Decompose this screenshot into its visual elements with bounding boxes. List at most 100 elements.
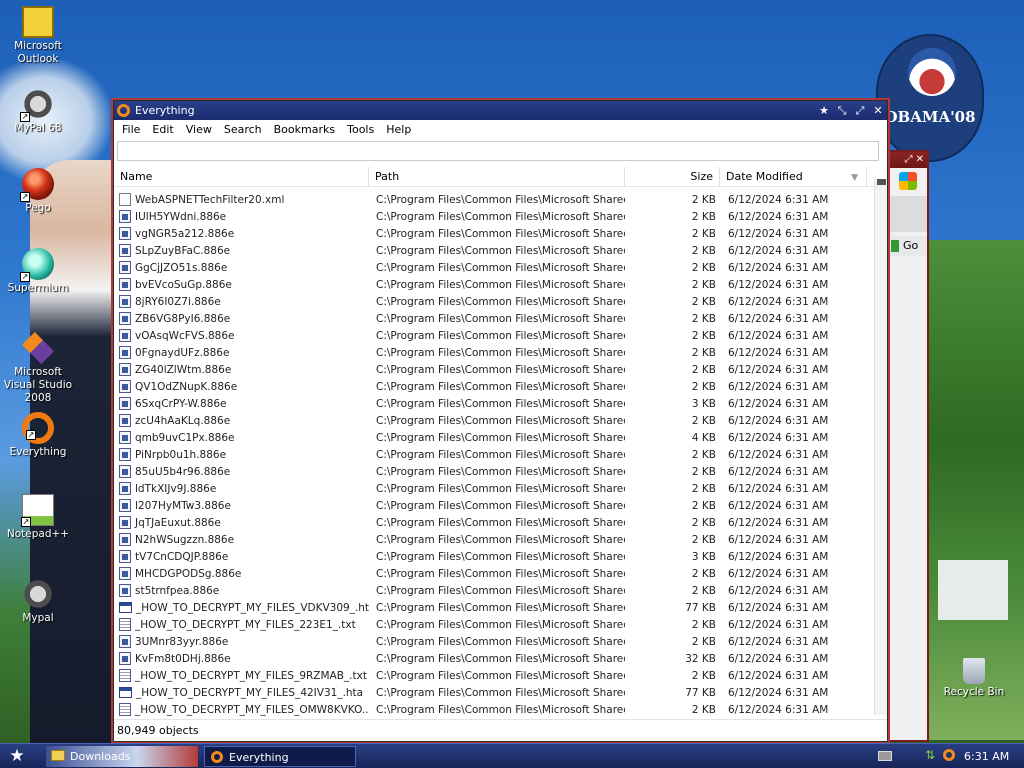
table-row[interactable]: qmb9uvC1Px.886e C:\Program Files\Common F… — [114, 429, 874, 446]
table-row[interactable]: ldTkXIJv9J.886e C:\Program Files\Common F… — [114, 480, 874, 497]
txt-file-icon — [119, 703, 131, 716]
cfg-file-icon — [119, 363, 131, 376]
cell-date-modified: 6/12/2024 6:31 AM — [728, 482, 829, 495]
table-row[interactable]: MHCDGPODSg.886e C:\Program Files\Common F… — [114, 565, 874, 582]
table-row[interactable]: l207HyMTw3.886e C:\Program Files\Common F… — [114, 497, 874, 514]
menu-edit[interactable]: Edit — [146, 123, 179, 136]
everything-window[interactable]: Everything ★ ⤡ ⤢ ✕ File Edit View Search… — [113, 100, 888, 742]
desktop-icon-label: MyPal 68 — [14, 122, 62, 134]
scrollbar-thumb[interactable] — [877, 179, 886, 185]
cell-date-modified: 6/12/2024 6:31 AM — [728, 703, 829, 716]
table-row[interactable]: bvEVcoSuGp.886e C:\Program Files\Common F… — [114, 276, 874, 293]
menu-help[interactable]: Help — [380, 123, 417, 136]
desktop-icon-outlook[interactable]: Microsoft Outlook — [0, 6, 76, 66]
cell-path: C:\Program Files\Common Files\Microsoft … — [376, 227, 625, 240]
table-row[interactable]: _HOW_TO_DECRYPT_MY_FILES_223E1_.txt C:\Pr… — [114, 616, 874, 633]
table-row[interactable]: IUlH5YWdni.886e C:\Program Files\Common F… — [114, 208, 874, 225]
cfg-file-icon — [119, 227, 131, 240]
cell-name: IUlH5YWdni.886e — [114, 210, 369, 223]
cell-size: 2 KB — [691, 261, 716, 274]
file-name: 85uU5b4r96.886e — [135, 465, 231, 478]
menu-tools[interactable]: Tools — [341, 123, 380, 136]
taskbar-button-everything[interactable]: Everything — [204, 746, 356, 767]
cell-size: 2 KB — [691, 210, 716, 223]
cell-date-modified: 6/12/2024 6:31 AM — [728, 499, 829, 512]
table-row[interactable]: GgCjJZO51s.886e C:\Program Files\Common F… — [114, 259, 874, 276]
desktop-icon-label: Pego — [25, 202, 51, 214]
close-button[interactable]: ✕ — [869, 101, 887, 120]
desktop-icon-label: Supermium — [7, 282, 69, 294]
table-row[interactable]: KvFm8t0DHj.886e C:\Program Files\Common F… — [114, 650, 874, 667]
table-row[interactable]: 6SxqCrPY-W.886e C:\Program Files\Common F… — [114, 395, 874, 412]
go-button[interactable]: Go — [889, 236, 927, 256]
cell-path: C:\Program Files\Common Files\Microsoft … — [376, 244, 625, 257]
cfg-file-icon — [119, 652, 131, 665]
column-header-name[interactable]: Name — [114, 167, 369, 186]
cfg-file-icon — [119, 567, 131, 580]
desktop-icon-recycle-bin[interactable]: Recycle Bin — [936, 658, 1012, 699]
column-header-date-modified[interactable]: Date Modified ▼ — [720, 167, 867, 186]
minimize-button[interactable]: ⤡ — [833, 101, 851, 120]
window-titlebar[interactable]: Everything ★ ⤡ ⤢ ✕ — [114, 101, 887, 120]
column-header-path[interactable]: Path — [369, 167, 625, 186]
table-row[interactable]: PiNrpb0u1h.886e C:\Program Files\Common F… — [114, 446, 874, 463]
cell-date-modified: 6/12/2024 6:31 AM — [728, 312, 829, 325]
network-icon[interactable]: ⇅ — [925, 749, 938, 762]
taskbar: ★ Downloads Everything ⇅ 6:31 AM — [0, 743, 1024, 768]
table-row[interactable]: JqTJaEuxut.886e C:\Program Files\Common F… — [114, 514, 874, 531]
background-window[interactable]: ⤢ ✕ Go — [887, 150, 929, 742]
desktop-icon-supermium[interactable]: ↗ Supermium — [0, 248, 76, 295]
cell-path: C:\Program Files\Common Files\Microsoft … — [376, 465, 625, 478]
desktop-icon-notepad-plus[interactable]: ↗ Notepad++ — [0, 494, 76, 541]
table-row[interactable]: SLpZuyBFaC.886e C:\Program Files\Common F… — [114, 242, 874, 259]
table-row[interactable]: ZG40lZlWtm.886e C:\Program Files\Common F… — [114, 361, 874, 378]
maximize-button[interactable]: ⤢ — [851, 101, 869, 120]
status-bar: 80,949 objects — [114, 719, 887, 741]
taskbar-button-downloads[interactable]: Downloads — [46, 746, 198, 767]
table-row[interactable]: zcU4hAaKLq.886e C:\Program Files\Common F… — [114, 412, 874, 429]
vertical-scrollbar[interactable] — [874, 179, 887, 715]
start-button[interactable]: ★ — [4, 746, 30, 767]
cell-size: 3 KB — [691, 550, 716, 563]
cell-path: C:\Program Files\Common Files\Microsoft … — [376, 312, 625, 325]
everything-tray-icon[interactable] — [943, 749, 955, 761]
table-row[interactable]: QV1OdZNupK.886e C:\Program Files\Common F… — [114, 378, 874, 395]
table-row[interactable]: 8jRY6I0Z7i.886e C:\Program Files\Common F… — [114, 293, 874, 310]
file-name: qmb9uvC1Px.886e — [135, 431, 235, 444]
table-row[interactable]: WebASPNETTechFilter20.xml C:\Program File… — [114, 191, 874, 208]
menu-search[interactable]: Search — [218, 123, 268, 136]
column-header-size[interactable]: Size — [625, 167, 720, 186]
desktop-icon-mypal[interactable]: Mypal — [0, 578, 76, 625]
table-row[interactable]: N2hWSugzzn.886e C:\Program Files\Common F… — [114, 531, 874, 548]
menu-bookmarks[interactable]: Bookmarks — [268, 123, 341, 136]
menu-file[interactable]: File — [116, 123, 146, 136]
menu-view[interactable]: View — [180, 123, 218, 136]
clock[interactable]: 6:31 AM — [964, 744, 1009, 768]
desktop-icon-visual-studio[interactable]: Microsoft Visual Studio 2008 — [0, 332, 76, 405]
desktop-icon-pego[interactable]: ↗ Pego — [0, 168, 76, 215]
table-row[interactable]: _HOW_TO_DECRYPT_MY_FILES_9RZMAB_.txt C:\P… — [114, 667, 874, 684]
desktop-icon-everything[interactable]: ↗ Everything — [0, 412, 76, 459]
table-row[interactable]: vgNGR5a212.886e C:\Program Files\Common F… — [114, 225, 874, 242]
hta-file-icon — [119, 687, 132, 698]
cell-path: C:\Program Files\Common Files\Microsoft … — [376, 278, 625, 291]
table-row[interactable]: tV7CnCDQJP.886e C:\Program Files\Common F… — [114, 548, 874, 565]
file-name: _HOW_TO_DECRYPT_MY_FILES_223E1_.txt — [135, 618, 356, 631]
table-row[interactable]: vOAsqWcFVS.886e C:\Program Files\Common F… — [114, 327, 874, 344]
table-row[interactable]: _HOW_TO_DECRYPT_MY_FILES_VDKV309_.hta C:\… — [114, 599, 874, 616]
table-row[interactable]: 3UMnr83yyr.886e C:\Program Files\Common F… — [114, 633, 874, 650]
pin-icon[interactable]: ★ — [815, 101, 833, 120]
background-window-titlebar[interactable]: ⤢ ✕ — [889, 152, 927, 168]
keyboard-icon[interactable] — [878, 751, 892, 761]
search-input[interactable] — [117, 141, 879, 161]
table-row[interactable]: _HOW_TO_DECRYPT_MY_FILES_42IV31_.hta C:\P… — [114, 684, 874, 701]
table-row[interactable]: 85uU5b4r96.886e C:\Program Files\Common F… — [114, 463, 874, 480]
outlook-icon — [22, 6, 54, 38]
table-row[interactable]: st5trnfpea.886e C:\Program Files\Common F… — [114, 582, 874, 599]
table-row[interactable]: 0FgnaydUFz.886e C:\Program Files\Common F… — [114, 344, 874, 361]
table-row[interactable]: ZB6VG8PyI6.886e C:\Program Files\Common F… — [114, 310, 874, 327]
table-row[interactable]: _HOW_TO_DECRYPT_MY_FILES_OMW8KVKO... C:\P… — [114, 701, 874, 718]
cell-date-modified: 6/12/2024 6:31 AM — [728, 295, 829, 308]
desktop-icon-mypal68[interactable]: ↗ MyPal 68 — [0, 88, 76, 135]
file-name: JqTJaEuxut.886e — [135, 516, 221, 529]
